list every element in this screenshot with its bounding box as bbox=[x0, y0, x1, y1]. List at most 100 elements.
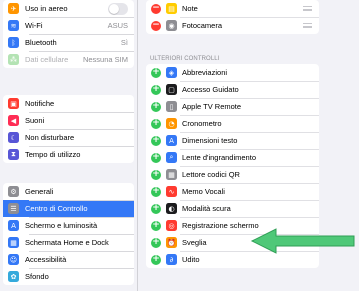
sidebar-item-label: Accessibilità bbox=[25, 255, 67, 264]
sidebar-item-label: Tempo di utilizzo bbox=[25, 150, 81, 159]
sidebar-item-notifications[interactable]: ▣ Notifiche bbox=[3, 95, 134, 112]
control-label: Note bbox=[182, 4, 198, 13]
sidebar-group: ⚙ Generali ☰ Centro di Controllo A Schermo e … bbox=[3, 183, 134, 285]
settings-sidebar: ✈ Uso in aereo ≋ Wi-Fi ASUS ᛒ Bluetooth Sì ⁂ Dati… bbox=[0, 0, 137, 291]
display-icon: A bbox=[8, 220, 19, 231]
add-control-icon[interactable]: + bbox=[151, 152, 161, 163]
shortcuts-icon: ◈ bbox=[166, 67, 177, 78]
control-row-notes: − ▤ Note bbox=[146, 0, 319, 17]
annotation-arrow bbox=[250, 228, 355, 254]
guided-access-icon: ▢ bbox=[166, 84, 177, 95]
section-header-more-controls: ULTERIORI CONTROLLI bbox=[150, 56, 220, 62]
notes-icon: ▤ bbox=[166, 3, 177, 14]
control-label: Lettore codici QR bbox=[182, 170, 240, 179]
airplane-icon: ✈ bbox=[8, 3, 19, 14]
add-control-icon[interactable]: + bbox=[151, 169, 161, 180]
control-row-tv-remote: + ▯ Apple TV Remote bbox=[146, 98, 319, 115]
accessibility-icon: ☺ bbox=[8, 254, 19, 265]
control-row-dark-mode: + ◐ Modalità scura bbox=[146, 200, 319, 217]
sidebar-item-label: Sfondo bbox=[25, 272, 49, 281]
home-screen-icon: ▦ bbox=[8, 237, 19, 248]
control-row-shortcuts: + ◈ Abbreviazioni bbox=[146, 64, 319, 81]
sidebar-item-value: Nessuna SIM bbox=[82, 55, 128, 64]
sidebar-item-label: Suoni bbox=[25, 116, 45, 125]
sidebar-item-label: Schermata Home e Dock bbox=[25, 238, 109, 247]
add-control-icon[interactable]: + bbox=[151, 203, 161, 214]
sidebar-item-value: ASUS bbox=[107, 21, 128, 30]
alarm-icon: ⏰ bbox=[166, 237, 177, 248]
text-size-icon: A bbox=[166, 135, 177, 146]
stopwatch-icon: ◔ bbox=[166, 118, 177, 129]
control-row-guided-access: + ▢ Accesso Guidato bbox=[146, 81, 319, 98]
sidebar-item-bluetooth[interactable]: ᛒ Bluetooth Sì bbox=[3, 34, 134, 51]
sidebar-item-moon[interactable]: ☾ Non disturbare bbox=[3, 129, 134, 146]
camera-icon: ◉ bbox=[166, 20, 177, 31]
sidebar-item-wifi[interactable]: ≋ Wi-Fi ASUS bbox=[3, 17, 134, 34]
add-control-icon[interactable]: + bbox=[151, 186, 161, 197]
sounds-icon: ◀ bbox=[8, 115, 19, 126]
sidebar-item-wallpaper[interactable]: ✿ Sfondo bbox=[3, 268, 134, 285]
add-control-icon[interactable]: + bbox=[151, 220, 161, 231]
sidebar-item-home-screen[interactable]: ▦ Schermata Home e Dock bbox=[3, 234, 134, 251]
reorder-handle-icon[interactable] bbox=[303, 6, 312, 11]
notifications-icon: ▣ bbox=[8, 98, 19, 109]
sidebar-item-label: Wi-Fi bbox=[25, 21, 43, 30]
add-control-icon[interactable]: + bbox=[151, 101, 161, 112]
tv-remote-icon: ▯ bbox=[166, 101, 177, 112]
control-label: Udito bbox=[182, 255, 200, 264]
wifi-icon: ≋ bbox=[8, 20, 19, 31]
add-control-icon[interactable]: + bbox=[151, 84, 161, 95]
sidebar-item-cellular[interactable]: ⁂ Dati cellulare Nessuna SIM bbox=[3, 51, 134, 68]
sidebar-item-airplane[interactable]: ✈ Uso in aereo bbox=[3, 0, 134, 17]
sidebar-item-label: Generali bbox=[25, 187, 54, 196]
control-label: Apple TV Remote bbox=[182, 102, 242, 111]
remove-control-icon[interactable]: − bbox=[151, 3, 161, 14]
bluetooth-icon: ᛒ bbox=[8, 37, 19, 48]
control-label: Fotocamera bbox=[182, 21, 223, 30]
magnifier-icon: ⌕ bbox=[166, 152, 177, 163]
sidebar-item-control-center[interactable]: ☰ Centro di Controllo bbox=[3, 200, 134, 217]
sidebar-item-accessibility[interactable]: ☺ Accessibilità bbox=[3, 251, 134, 268]
voice-memos-icon: ∿ bbox=[166, 186, 177, 197]
gear-icon: ⚙ bbox=[8, 186, 19, 197]
qr-code-icon: ▦ bbox=[166, 169, 177, 180]
sidebar-item-gear[interactable]: ⚙ Generali bbox=[3, 183, 134, 200]
sidebar-item-label: Schermo e luminosità bbox=[25, 221, 98, 230]
screen-recording-icon: ◎ bbox=[166, 220, 177, 231]
control-row-stopwatch: + ◔ Cronometro bbox=[146, 115, 319, 132]
dark-mode-icon: ◐ bbox=[166, 203, 177, 214]
add-control-icon[interactable]: + bbox=[151, 67, 161, 78]
sidebar-item-label: Notifiche bbox=[25, 99, 55, 108]
moon-icon: ☾ bbox=[8, 132, 19, 143]
reorder-handle-icon[interactable] bbox=[303, 23, 312, 28]
add-control-icon[interactable]: + bbox=[151, 135, 161, 146]
wallpaper-icon: ✿ bbox=[8, 271, 19, 282]
add-control-icon[interactable]: + bbox=[151, 237, 161, 248]
cellular-icon: ⁂ bbox=[8, 54, 19, 65]
add-control-icon[interactable]: + bbox=[151, 118, 161, 129]
sidebar-item-value: Sì bbox=[120, 38, 128, 47]
remove-control-icon[interactable]: − bbox=[151, 20, 161, 31]
control-label: Sveglia bbox=[182, 238, 207, 247]
sidebar-item-label: Dati cellulare bbox=[25, 55, 69, 64]
airplane-mode-toggle[interactable] bbox=[108, 2, 128, 15]
add-control-icon[interactable]: + bbox=[151, 254, 161, 265]
control-row-voice-memos: + ∿ Memo Vocali bbox=[146, 183, 319, 200]
sidebar-item-label: Centro di Controllo bbox=[25, 204, 88, 213]
sidebar-item-sounds[interactable]: ◀ Suoni bbox=[3, 112, 134, 129]
control-label: Registrazione schermo bbox=[182, 221, 259, 230]
control-label: Memo Vocali bbox=[182, 187, 225, 196]
sidebar-item-display[interactable]: A Schermo e luminosità bbox=[3, 217, 134, 234]
hearing-icon: ∂ bbox=[166, 254, 177, 265]
sidebar-item-label: Uso in aereo bbox=[25, 4, 68, 13]
control-label: Cronometro bbox=[182, 119, 222, 128]
control-center-icon: ☰ bbox=[8, 203, 19, 214]
sidebar-item-hourglass[interactable]: ⧗ Tempo di utilizzo bbox=[3, 146, 134, 163]
control-label: Accesso Guidato bbox=[182, 85, 239, 94]
sidebar-item-label: Bluetooth bbox=[25, 38, 57, 47]
control-row-magnifier: + ⌕ Lente d'ingrandimento bbox=[146, 149, 319, 166]
sidebar-item-label: Non disturbare bbox=[25, 133, 75, 142]
included-controls-group: − ▤ Note − ◉ Fotocamera bbox=[146, 0, 319, 34]
control-label: Abbreviazioni bbox=[182, 68, 228, 77]
control-label: Modalità scura bbox=[182, 204, 231, 213]
